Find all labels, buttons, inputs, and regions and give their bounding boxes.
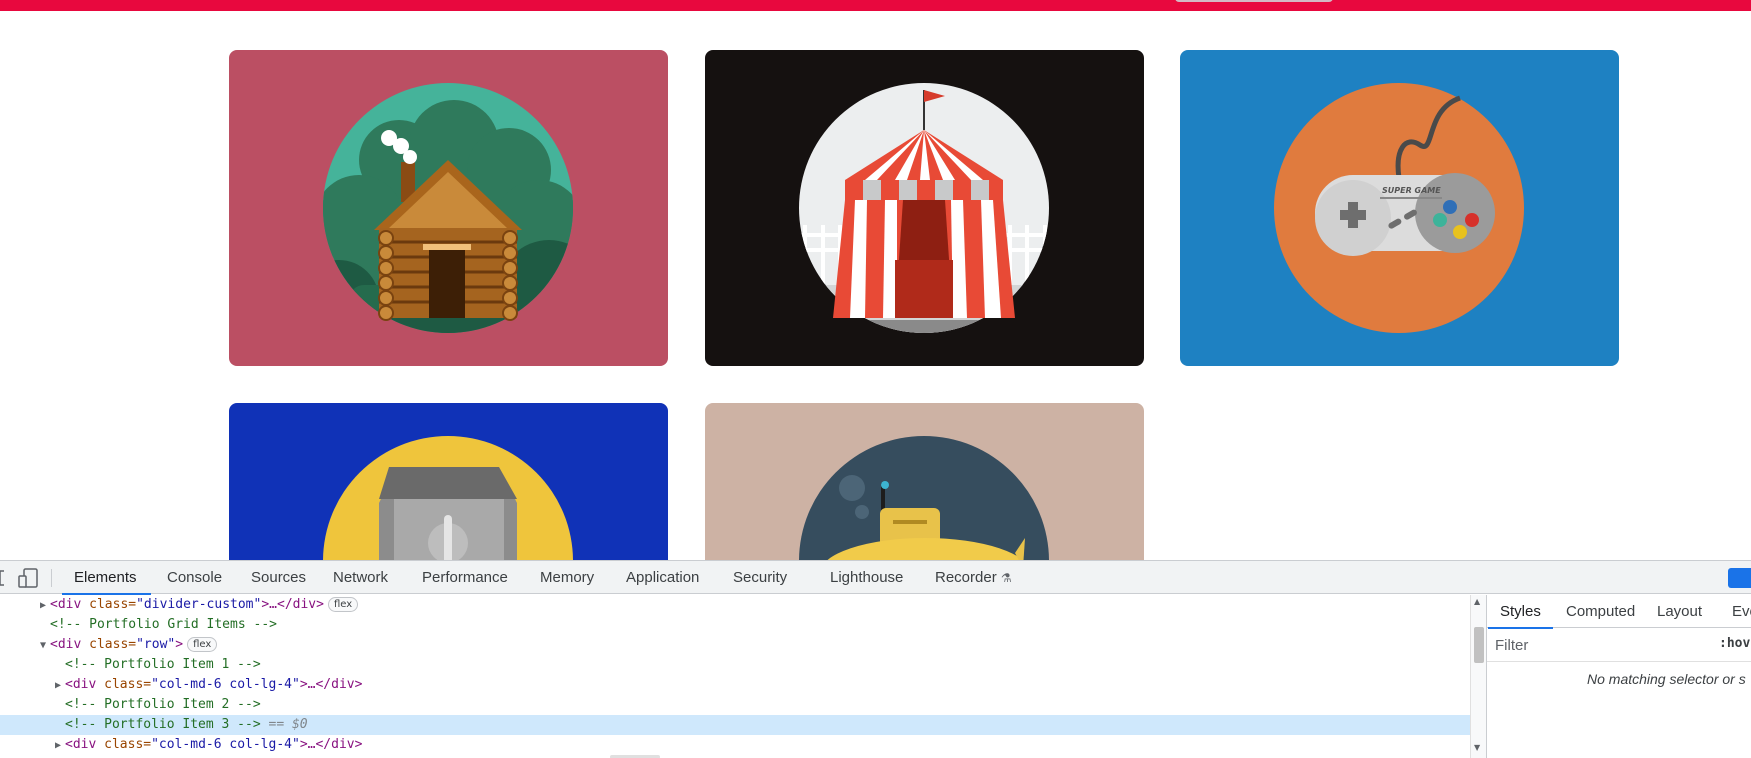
tab-computed[interactable]: Computed: [1566, 595, 1635, 628]
portfolio-item-submarine[interactable]: [705, 403, 1144, 560]
header-button[interactable]: [1175, 0, 1333, 2]
dom-tree: ▶ <div class="divider-custom">…</div> flex…: [0, 595, 1486, 758]
tab-styles[interactable]: Styles: [1488, 595, 1553, 629]
dom-node[interactable]: ▼ <div class="row"> flex: [0, 635, 1470, 655]
submarine-icon: [705, 403, 1144, 560]
devtools-panel: Elements Console Sources Network Perform…: [0, 560, 1751, 758]
circus-tent-icon: [705, 50, 1144, 366]
tab-console[interactable]: Console: [167, 561, 222, 594]
tab-security[interactable]: Security: [733, 561, 787, 594]
dom-node[interactable]: ▶ <div class="col-md-6 col-lg-4">…</div>: [0, 735, 1470, 755]
svg-text:SUPER GAME: SUPER GAME: [1382, 186, 1441, 195]
tab-recorder-label: Recorder: [935, 569, 997, 586]
flask-icon: ⚗: [1000, 571, 1012, 585]
flex-badge[interactable]: flex: [327, 597, 359, 612]
portfolio-item-circus[interactable]: [705, 50, 1144, 366]
safe-icon: [229, 403, 668, 560]
scrollbar-thumb[interactable]: [1474, 627, 1484, 663]
styles-filter-input[interactable]: [1493, 633, 1706, 657]
site-header-bar: [0, 0, 1751, 11]
scroll-up-icon[interactable]: ▲: [1474, 597, 1480, 606]
dom-node[interactable]: ▶ <div class="col-md-6 col-lg-4">…</div>: [0, 675, 1470, 695]
tab-event-listeners[interactable]: Eve: [1732, 595, 1751, 628]
dom-comment[interactable]: <!-- Portfolio Item 2 -->: [0, 695, 1470, 715]
tab-layout[interactable]: Layout: [1657, 595, 1702, 628]
no-matching-message: No matching selector or s: [1587, 671, 1746, 687]
tab-network[interactable]: Network: [333, 561, 388, 594]
scroll-down-icon[interactable]: ▼: [1474, 743, 1480, 752]
cabin-icon: [229, 50, 668, 366]
expand-arrow-icon[interactable]: ▶: [55, 736, 65, 756]
expand-arrow-icon[interactable]: ▶: [55, 676, 65, 696]
tab-memory[interactable]: Memory: [540, 561, 594, 594]
hov-toggle[interactable]: :hov: [1719, 636, 1750, 651]
tab-sources[interactable]: Sources: [251, 561, 306, 594]
message-icon[interactable]: [1728, 568, 1751, 588]
tab-elements[interactable]: Elements: [62, 561, 150, 595]
device-toggle-icon[interactable]: [18, 568, 40, 588]
flex-badge[interactable]: flex: [187, 637, 218, 652]
toolbar-separator: [51, 569, 52, 587]
browser-window: SUPER GAME Elements Console Sources Netw…: [0, 0, 1751, 758]
devtools-tab-bar: Elements Console Sources Network Perform…: [0, 561, 1751, 595]
styles-tab-bar: Styles Computed Layout Eve: [1487, 595, 1751, 629]
tab-performance[interactable]: Performance: [422, 561, 508, 594]
tab-application[interactable]: Application: [626, 561, 699, 594]
dom-comment[interactable]: <!-- Portfolio Item 1 -->: [0, 655, 1470, 675]
dom-comment-selected[interactable]: <!-- Portfolio Item 3 --> == $0: [0, 715, 1470, 735]
tab-lighthouse[interactable]: Lighthouse: [830, 561, 903, 594]
dom-node[interactable]: ▶ <div class="divider-custom">…</div> flex: [0, 595, 1470, 615]
collapse-arrow-icon[interactable]: ▼: [40, 636, 50, 656]
game-controller-icon: SUPER GAME: [1180, 50, 1619, 366]
tab-recorder[interactable]: Recorder ⚗: [935, 561, 1012, 594]
styles-pane: Styles Computed Layout Eve :hov No match…: [1486, 595, 1751, 758]
portfolio-item-cabin[interactable]: [229, 50, 668, 366]
portfolio-item-safe[interactable]: [229, 403, 668, 560]
portfolio-item-game[interactable]: SUPER GAME: [1180, 50, 1619, 366]
dom-comment[interactable]: <!-- Portfolio Grid Items -->: [0, 615, 1470, 635]
expand-arrow-icon[interactable]: ▶: [40, 596, 50, 616]
styles-filter-row: :hov: [1487, 628, 1751, 662]
page-viewport: SUPER GAME: [0, 0, 1751, 560]
dom-scrollbar[interactable]: ▲ ▼: [1470, 595, 1486, 758]
